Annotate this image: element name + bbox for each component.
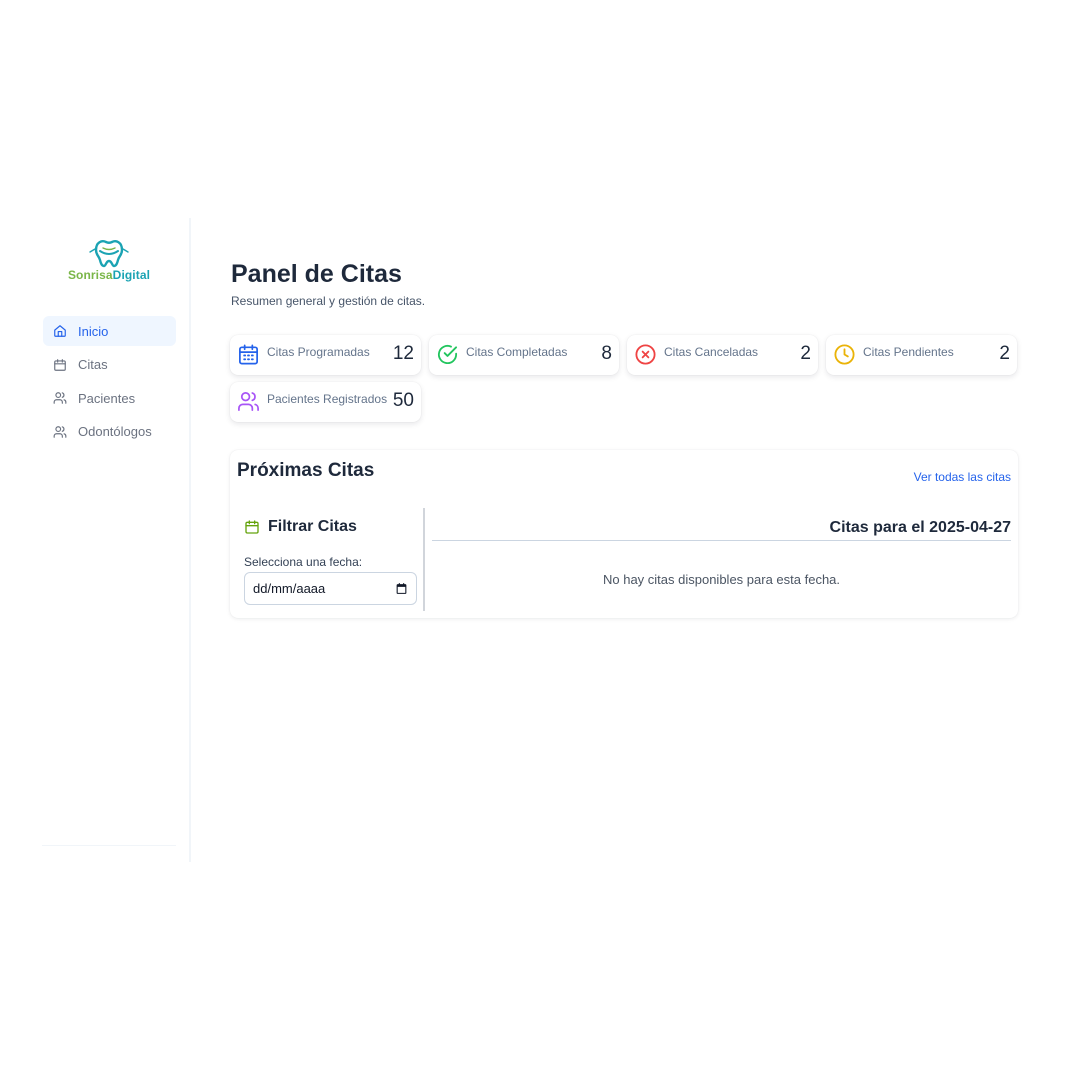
- check-circle-icon: [436, 343, 459, 366]
- sidebar-item-odontologos[interactable]: Odontólogos: [43, 417, 176, 447]
- stat-value: 2: [999, 343, 1010, 364]
- stat-card-pacientes[interactable]: Pacientes Registrados 50: [230, 382, 421, 422]
- x-circle-icon: [634, 343, 657, 366]
- stat-label: Citas Completadas: [466, 345, 568, 359]
- stat-card-pendientes[interactable]: Citas Pendientes 2: [826, 335, 1017, 375]
- sidebar: SonrisaDigital Inicio Citas Pacientes Od…: [40, 218, 191, 862]
- stat-value: 12: [392, 343, 414, 364]
- stat-card-completadas[interactable]: Citas Completadas 8: [429, 335, 619, 375]
- sidebar-item-citas[interactable]: Citas: [43, 350, 176, 380]
- sidebar-item-inicio[interactable]: Inicio: [43, 316, 176, 346]
- stat-label: Citas Programadas: [267, 345, 370, 359]
- filter-title-text: Filtrar Citas: [268, 518, 357, 535]
- page-title: Panel de Citas: [231, 260, 402, 288]
- results-title: Citas para el 2025-04-27: [829, 519, 1011, 536]
- sidebar-item-label: Citas: [78, 357, 108, 373]
- tooth-icon: [89, 240, 129, 268]
- filter-title: Filtrar Citas: [244, 518, 357, 536]
- date-label: Selecciona una fecha:: [244, 555, 363, 569]
- upcoming-appointments-card: Próximas Citas Ver todas las citas Filtr…: [230, 450, 1018, 618]
- date-input-value: dd/mm/aaaa: [253, 581, 326, 596]
- brand-logo[interactable]: SonrisaDigital: [40, 238, 178, 286]
- calendar-icon: [237, 343, 260, 366]
- stat-label: Citas Pendientes: [863, 345, 954, 359]
- sidebar-item-label: Pacientes: [78, 390, 136, 406]
- results-divider: [432, 540, 1011, 541]
- stat-label: Pacientes Registrados: [267, 392, 388, 406]
- stat-card-programadas[interactable]: Citas Programadas 12: [230, 335, 421, 375]
- filter-panel: Filtrar Citas Selecciona una fecha: dd/m…: [230, 508, 425, 611]
- sidebar-item-label: Odontólogos: [78, 424, 152, 440]
- stat-card-canceladas[interactable]: Citas Canceladas 2: [627, 335, 818, 375]
- calendar-icon: [53, 358, 67, 372]
- calendar-icon: [244, 519, 260, 535]
- users-icon: [237, 390, 260, 413]
- stat-label: Citas Canceladas: [664, 345, 759, 359]
- sidebar-item-label: Inicio: [78, 323, 109, 339]
- users-icon: [53, 391, 67, 405]
- view-all-appointments-link[interactable]: Ver todas las citas: [914, 470, 1011, 484]
- sidebar-divider: [42, 845, 176, 846]
- page-subtitle: Resumen general y gestión de citas.: [231, 294, 426, 308]
- stat-value: 50: [392, 390, 414, 411]
- calendar-picker-icon[interactable]: [395, 582, 408, 595]
- brand-name: SonrisaDigital: [67, 268, 151, 282]
- sidebar-nav: Inicio Citas Pacientes Odontólogos: [43, 316, 176, 450]
- home-icon: [53, 324, 67, 338]
- stat-value: 8: [601, 343, 612, 364]
- users-icon: [53, 425, 67, 439]
- date-input[interactable]: dd/mm/aaaa: [244, 572, 417, 605]
- clock-icon: [833, 343, 856, 366]
- app: SonrisaDigital Inicio Citas Pacientes Od…: [0, 218, 1080, 864]
- section-title: Próximas Citas: [237, 460, 375, 481]
- sidebar-item-pacientes[interactable]: Pacientes: [43, 383, 176, 413]
- stat-value: 2: [800, 343, 811, 364]
- empty-state-message: No hay citas disponibles para esta fecha…: [602, 572, 841, 587]
